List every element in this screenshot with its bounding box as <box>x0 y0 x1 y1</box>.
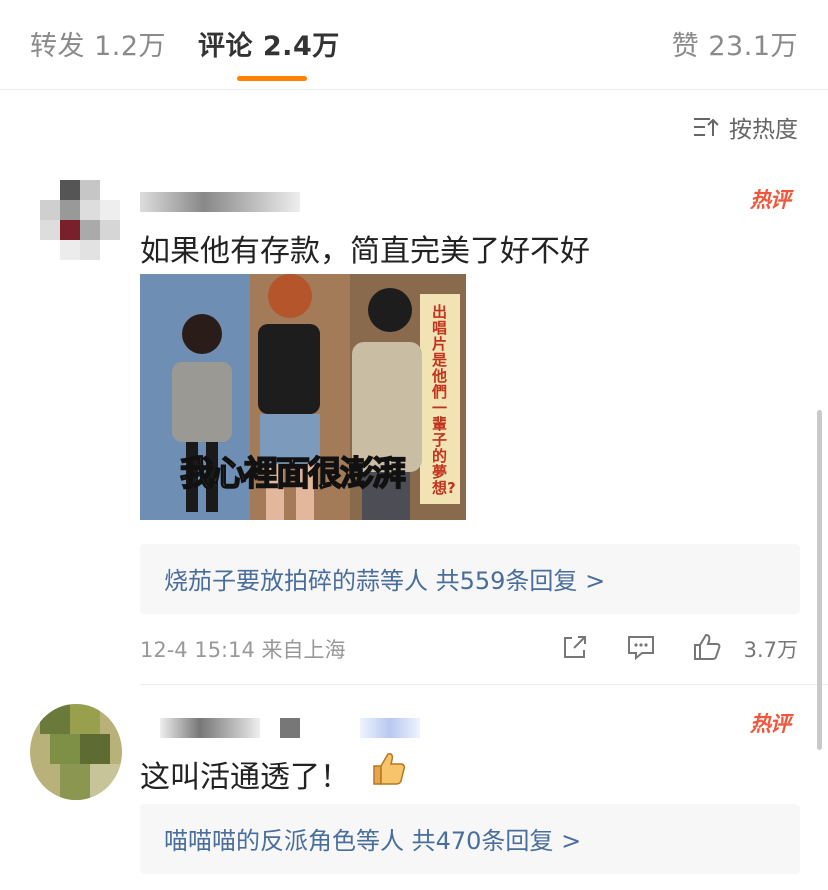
thumbs-up-emoji <box>373 753 406 785</box>
comment-icon[interactable] <box>626 632 656 662</box>
comment-text: 这叫活通透了！ <box>140 760 350 795</box>
divider <box>140 684 828 685</box>
user-badge-blurred <box>360 718 420 738</box>
tab-likes[interactable]: 赞 23.1万 <box>672 24 798 63</box>
username-blurred[interactable] <box>140 192 300 212</box>
tab-comments[interactable]: 评论 2.4万 <box>198 24 340 63</box>
image-side-text: 出唱片是他們一輩子的夢想? <box>432 303 456 497</box>
replies-preview[interactable]: 喵喵喵的反派角色等人 共470条回复 > <box>140 804 800 874</box>
hot-comment-badge: 热评 <box>750 712 791 736</box>
tab-bar: 转发 1.2万 评论 2.4万 赞 23.1万 <box>0 0 828 90</box>
share-icon[interactable] <box>560 632 590 662</box>
image-caption: 我心裡面很澎湃 <box>179 453 407 495</box>
replies-preview[interactable]: 烧茄子要放拍碎的蒜等人 共559条回复 > <box>140 544 800 614</box>
avatar[interactable] <box>30 704 122 800</box>
comment-timestamp: 12-4 15:14 来自上海 <box>140 638 346 662</box>
comment-meta: 12-4 15:14 来自上海 3.7万 <box>140 628 798 668</box>
username-blurred[interactable] <box>160 718 260 738</box>
comment-text: 如果他有存款，简直完美了好不好 <box>140 234 590 269</box>
like-count: 3.7万 <box>743 638 798 662</box>
scrollbar[interactable] <box>817 410 822 750</box>
username-blurred-part <box>280 718 300 738</box>
replies-summary[interactable]: 烧茄子要放拍碎的蒜等人 共559条回复 > <box>164 561 605 596</box>
replies-summary[interactable]: 喵喵喵的反派角色等人 共470条回复 > <box>164 821 581 856</box>
like-icon[interactable] <box>692 632 722 662</box>
sort-icon <box>694 118 719 136</box>
sort-label: 按热度 <box>729 117 798 143</box>
tab-repost[interactable]: 转发 1.2万 <box>30 24 166 63</box>
avatar[interactable] <box>40 180 122 262</box>
hot-comment-badge: 热评 <box>750 188 791 212</box>
active-tab-indicator <box>237 76 307 81</box>
sort-button[interactable]: 按热度 <box>693 110 798 144</box>
comment-image[interactable]: 我心裡面很澎湃 出唱片是他們一輩子的夢想? <box>140 274 466 520</box>
